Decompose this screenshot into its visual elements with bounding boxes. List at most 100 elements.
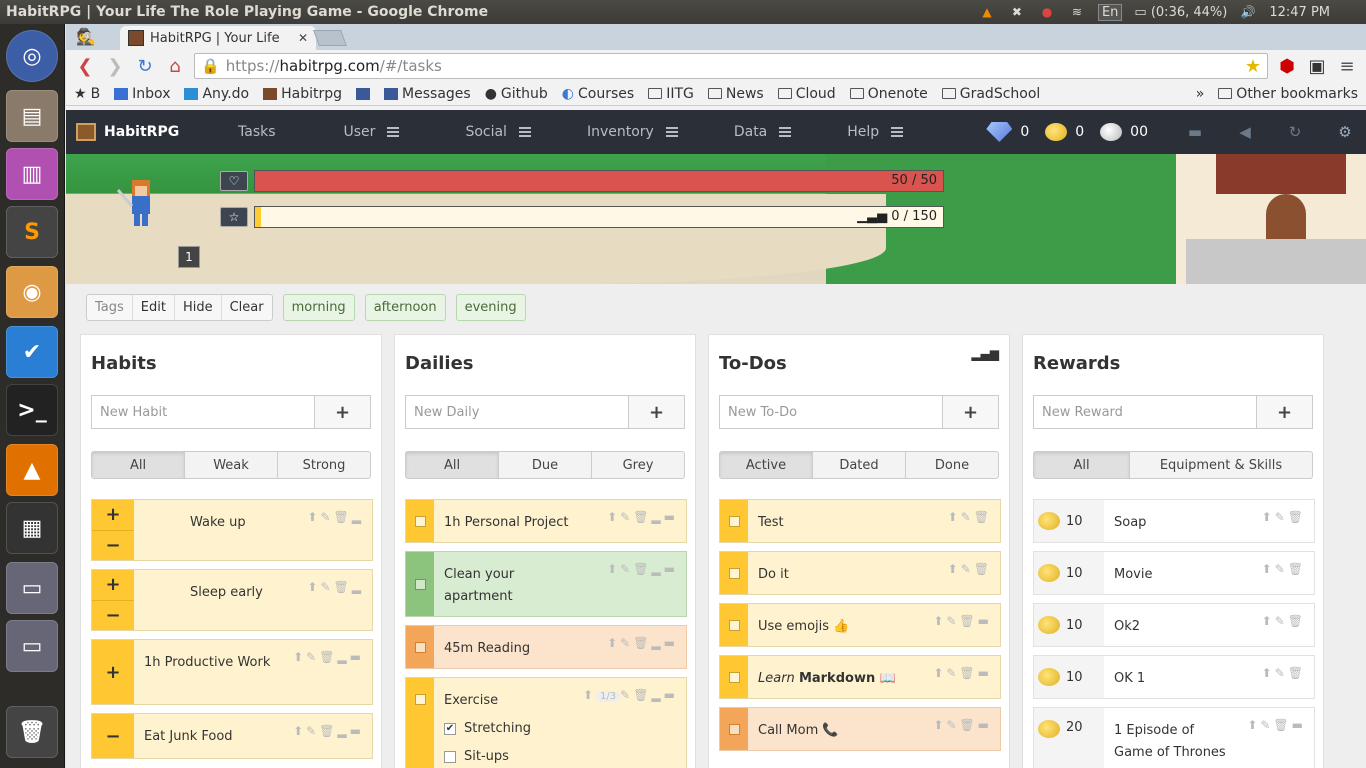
reward-buy-button[interactable]: 10 <box>1034 604 1104 646</box>
task-actions-icons[interactable]: ⬆✎🗑▬ <box>1247 718 1306 732</box>
reward-item[interactable]: 10 Ok2 ⬆✎🗑 <box>1033 603 1315 647</box>
todo-item[interactable]: Do it ⬆✎🗑 <box>719 551 1001 595</box>
tag-morning[interactable]: morning <box>282 294 355 321</box>
reload-icon[interactable]: ↻ <box>134 55 156 77</box>
reward-buy-button[interactable]: 10 <box>1034 552 1104 594</box>
habit-item[interactable]: + 1h Productive Work ⬆✎🗑▂▬ <box>91 639 373 705</box>
filter-grey[interactable]: Grey <box>592 452 684 478</box>
filter-weak[interactable]: Weak <box>185 452 278 478</box>
terminal-icon[interactable]: >_ <box>6 384 58 436</box>
filter-dated[interactable]: Dated <box>813 452 906 478</box>
back-icon[interactable]: ❮ <box>74 55 96 77</box>
checklist-count-badge[interactable]: 1/3 <box>596 691 621 702</box>
todo-checkbox[interactable] <box>728 619 740 631</box>
task-actions-icons[interactable]: ⬆ 1/3 ✎🗑▂▬ <box>583 688 678 702</box>
new-reward-input[interactable]: New Reward <box>1033 395 1257 429</box>
bookmarks-overflow[interactable]: » <box>1196 86 1205 102</box>
checklist-item[interactable]: Sit-ups <box>444 746 676 768</box>
reward-item[interactable]: 10 Soap ⬆✎🗑 <box>1033 499 1315 543</box>
reward-buy-button[interactable]: 10 <box>1034 500 1104 542</box>
habit-item[interactable]: + − Wake up ⬆✎🗑▂ <box>91 499 373 561</box>
checklist-checkbox-checked[interactable]: ✔ <box>444 723 456 735</box>
bookmark-onenote[interactable]: Onenote <box>849 86 928 102</box>
task-actions-icons[interactable]: ⬆✎🗑 <box>1262 614 1306 628</box>
task-actions-icons[interactable]: ⬆✎🗑 <box>1262 666 1306 680</box>
workspace-switcher-icon[interactable]: ▦ <box>6 502 58 554</box>
filter-strong[interactable]: Strong <box>278 452 370 478</box>
chat-icon[interactable]: ▬ <box>1186 123 1204 141</box>
minus-button[interactable]: − <box>92 599 134 631</box>
extension-icon[interactable]: ▣ <box>1306 55 1328 77</box>
plus-button[interactable]: + <box>92 500 134 530</box>
daily-checkbox[interactable] <box>414 694 426 705</box>
bookmark-courses[interactable]: ◐ Courses <box>562 86 634 102</box>
bookmark-gradschool[interactable]: GradSchool <box>941 86 1040 102</box>
habit-text[interactable]: Sleep early <box>134 570 372 630</box>
todo-checkbox[interactable] <box>728 723 740 735</box>
tag-afternoon[interactable]: afternoon <box>364 294 446 321</box>
drive-icon[interactable]: ▭ <box>6 562 58 614</box>
bookmark-cloud[interactable]: Cloud <box>777 86 836 102</box>
sublime-text-icon[interactable]: S <box>6 206 58 258</box>
nav-tasks[interactable]: Tasks <box>216 124 298 140</box>
new-habit-input[interactable]: New Habit <box>91 395 315 429</box>
app-window-icon[interactable]: ▥ <box>6 148 58 200</box>
checklist-item[interactable]: ✔ Stretching <box>444 718 676 740</box>
filter-due[interactable]: Due <box>499 452 592 478</box>
daily-item[interactable]: 45m Reading ⬆✎🗑▂▬ <box>405 625 687 669</box>
chrome-tray-icon[interactable]: ● <box>1038 4 1056 20</box>
daily-checkbox[interactable] <box>414 641 426 653</box>
nav-social[interactable]: Social <box>421 124 553 140</box>
menu-icon[interactable]: ≡ <box>1336 55 1358 77</box>
task-actions-icons[interactable]: ⬆✎🗑▬ <box>933 666 992 680</box>
bookmark-news[interactable]: News <box>707 86 764 102</box>
tag-evening[interactable]: evening <box>455 294 526 321</box>
task-actions-icons[interactable]: ⬆✎🗑▂▬ <box>607 510 678 524</box>
filter-done[interactable]: Done <box>906 452 998 478</box>
ubuntu-home-icon[interactable]: ◎ <box>6 30 58 82</box>
filter-all[interactable]: All <box>406 452 499 478</box>
daily-item-exercise[interactable]: Exercise ✔ Stretching Sit-ups ⬆ 1/3 ✎🗑▂▬ <box>405 677 687 768</box>
todo-item[interactable]: Learn Markdown 📖 ⬆✎🗑▬ <box>719 655 1001 699</box>
settings-gear-icon[interactable]: ⚙ <box>1336 123 1354 141</box>
tags-clear-button[interactable]: Clear <box>222 295 272 320</box>
reward-buy-button[interactable]: 10 <box>1034 656 1104 698</box>
minus-button[interactable]: − <box>92 529 134 561</box>
task-actions-icons[interactable]: ⬆✎🗑▂▬ <box>293 650 364 664</box>
daily-item[interactable]: 1h Personal Project ⬆✎🗑▂▬ <box>405 499 687 543</box>
wifi-icon[interactable]: ≋ <box>1068 4 1086 20</box>
plus-button[interactable]: + <box>92 570 134 600</box>
add-reward-button[interactable]: + <box>1257 395 1313 429</box>
task-actions-icons[interactable]: ⬆✎🗑▬ <box>933 718 992 732</box>
nav-help[interactable]: Help <box>813 124 925 140</box>
bookmark-anydo[interactable]: Any.do <box>184 86 249 102</box>
habit-text[interactable]: Wake up <box>134 500 372 560</box>
anydo-launcher-icon[interactable]: ✔ <box>6 326 58 378</box>
avatar[interactable] <box>114 176 166 232</box>
mute-icon[interactable]: ◀ <box>1236 123 1254 141</box>
todo-item[interactable]: Call Mom 📞 ⬆✎🗑▬ <box>719 707 1001 751</box>
task-actions-icons[interactable]: ⬆✎🗑 <box>1262 510 1306 524</box>
todo-checkbox[interactable] <box>728 567 740 579</box>
minus-button[interactable]: − <box>92 714 134 758</box>
forward-icon[interactable]: ❯ <box>104 55 126 77</box>
task-actions-icons[interactable]: ⬆✎🗑 <box>948 510 992 524</box>
home-icon[interactable]: ⌂ <box>164 55 186 77</box>
task-actions-icons[interactable]: ⬆✎🗑 <box>1262 562 1306 576</box>
other-bookmarks[interactable]: Other bookmarks <box>1218 86 1358 102</box>
add-daily-button[interactable]: + <box>629 395 685 429</box>
clock[interactable]: 12:47 PM <box>1269 5 1330 20</box>
daily-checkbox[interactable] <box>414 578 426 590</box>
task-actions-icons[interactable]: ⬆✎🗑▂▬ <box>293 724 364 738</box>
new-tab-button[interactable] <box>313 30 347 46</box>
task-actions-icons[interactable]: ⬆✎🗑▂ <box>307 580 364 594</box>
task-actions-icons[interactable]: ⬆✎🗑▂ <box>307 510 364 524</box>
bookmark-facebook[interactable] <box>356 87 371 100</box>
battery-indicator[interactable]: ▭ (0:36, 44%) <box>1134 5 1227 20</box>
bookmark-messages[interactable]: Messages <box>384 86 471 102</box>
adblock-extension-icon[interactable]: ⬢ <box>1276 55 1298 77</box>
reward-item[interactable]: 10 Movie ⬆✎🗑 <box>1033 551 1315 595</box>
keyboard-language[interactable]: En <box>1097 3 1123 21</box>
brand[interactable]: HabitRPG <box>66 123 216 141</box>
task-actions-icons[interactable]: ⬆✎🗑▬ <box>933 614 992 628</box>
